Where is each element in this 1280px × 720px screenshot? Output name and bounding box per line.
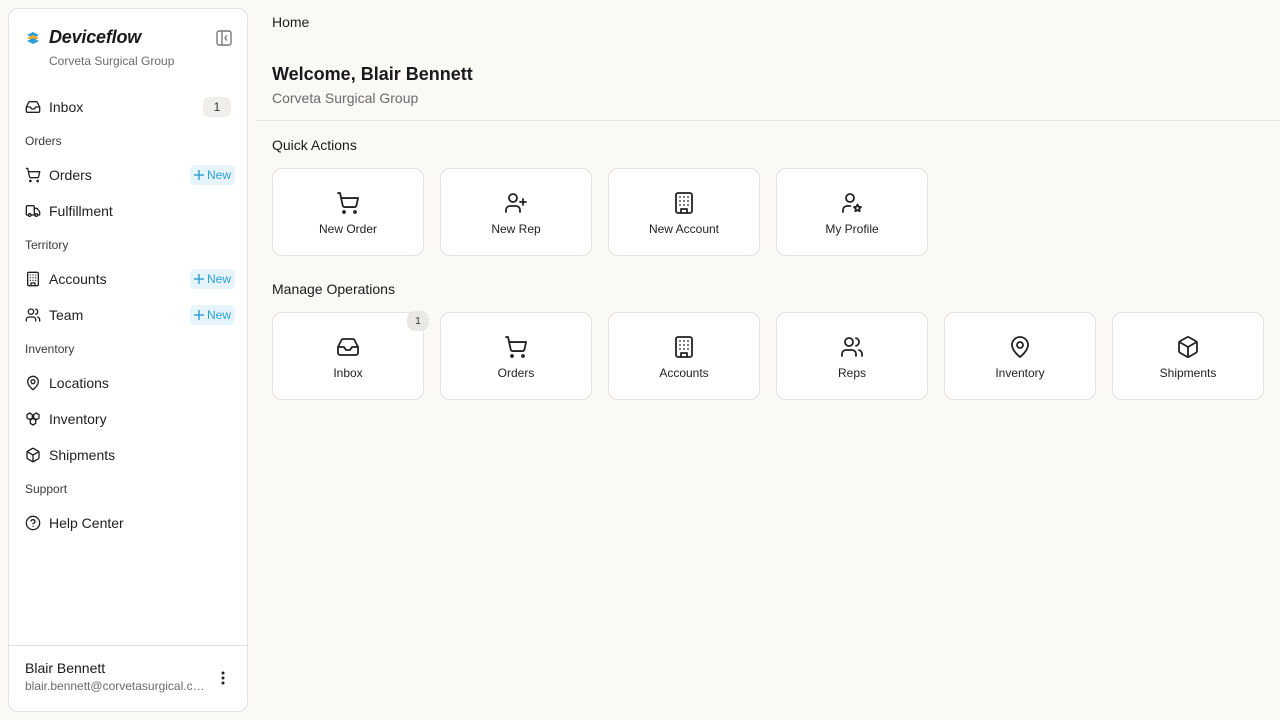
card-label: Orders (497, 365, 535, 380)
brand-org: Corveta Surgical Group (49, 54, 175, 68)
sidebar-item-label: Team (49, 307, 84, 323)
package-icon (1176, 335, 1200, 359)
inbox-icon (25, 99, 41, 115)
sidebar-item-shipments[interactable]: Shipments (17, 437, 239, 473)
sidebar-item-label: Accounts (49, 271, 107, 287)
quick-action-new-account[interactable]: New Account (608, 168, 760, 256)
sidebar-item-fulfillment[interactable]: Fulfillment (17, 193, 239, 229)
quick-actions-title: Quick Actions (272, 137, 357, 153)
sidebar-item-label: Shipments (49, 447, 116, 463)
sidebar-item-inventory[interactable]: Inventory (17, 401, 239, 437)
card-label: Inventory (995, 365, 1045, 380)
users-icon (25, 307, 41, 323)
user-footer[interactable]: Blair Bennett blair.bennett@corvetasurgi… (9, 645, 247, 711)
map-pin-icon (25, 375, 41, 391)
manage-shipments-card[interactable]: Shipments (1112, 312, 1264, 400)
user-menu-button[interactable] (213, 668, 233, 688)
sidebar-nav: Inbox 1 Orders Orders New Fulfillment Te… (9, 89, 247, 541)
sidebar: Deviceflow Corveta Surgical Group Inbox … (8, 8, 248, 712)
card-label: My Profile (825, 221, 879, 236)
plus-icon (193, 274, 204, 284)
user-plus-icon (504, 191, 528, 215)
breadcrumb-home[interactable]: Home (272, 14, 309, 30)
new-team-member-button[interactable]: New (189, 305, 235, 325)
inbox-count-badge: 1 (407, 311, 429, 331)
cart-icon (504, 335, 528, 359)
manage-operations-row: 1 Inbox Orders Accounts Reps Inventory S… (272, 311, 1264, 400)
new-label: New (206, 168, 231, 182)
boxes-icon (25, 411, 41, 427)
sidebar-collapse-icon (216, 30, 232, 46)
main-content: Home Welcome, Blair Bennett Corveta Surg… (256, 0, 1280, 720)
quick-action-new-rep[interactable]: New Rep (440, 168, 592, 256)
new-account-button[interactable]: New (189, 269, 235, 289)
sidebar-item-label: Inventory (49, 411, 107, 427)
quick-actions-row: New Order New Rep New Account My Profile (272, 168, 928, 256)
sidebar-item-label: Help Center (49, 515, 124, 531)
more-vertical-icon (221, 671, 225, 685)
page-subtitle: Corveta Surgical Group (272, 90, 419, 106)
new-label: New (206, 308, 231, 322)
cart-icon (336, 191, 360, 215)
nav-section-territory: Territory (25, 238, 69, 252)
quick-action-my-profile[interactable]: My Profile (776, 168, 928, 256)
nav-section-support: Support (25, 482, 68, 496)
sidebar-item-label: Fulfillment (49, 203, 113, 219)
brand-name: Deviceflow (49, 27, 142, 47)
building-icon (25, 271, 41, 287)
sidebar-item-accounts[interactable]: Accounts New (17, 261, 239, 297)
package-icon (25, 447, 41, 463)
nav-section-orders: Orders (25, 134, 62, 148)
manage-inventory-card[interactable]: Inventory (944, 312, 1096, 400)
sidebar-item-team[interactable]: Team New (17, 297, 239, 333)
plus-icon (193, 310, 204, 320)
sidebar-item-label: Orders (49, 167, 92, 183)
new-label: New (206, 272, 231, 286)
card-label: Accounts (659, 365, 709, 380)
sidebar-item-orders[interactable]: Orders New (17, 157, 239, 193)
sidebar-item-label: Inbox (49, 99, 84, 115)
map-pin-icon (1008, 335, 1032, 359)
card-label: Shipments (1159, 365, 1217, 380)
card-label: New Rep (491, 221, 541, 236)
collapse-sidebar-button[interactable] (215, 29, 233, 47)
manage-operations-title: Manage Operations (272, 281, 395, 297)
card-label: New Order (318, 221, 377, 236)
building-icon (672, 335, 696, 359)
cart-icon (25, 167, 41, 183)
new-order-button[interactable]: New (189, 165, 235, 185)
manage-accounts-card[interactable]: Accounts (608, 312, 760, 400)
page-title: Welcome, Blair Bennett (272, 64, 473, 84)
user-email: blair.bennett@corvetasurgical.com (25, 679, 209, 693)
manage-orders-card[interactable]: Orders (440, 312, 592, 400)
truck-icon (25, 203, 41, 219)
sidebar-item-locations[interactable]: Locations (17, 365, 239, 401)
manage-reps-card[interactable]: Reps (776, 312, 928, 400)
user-name: Blair Bennett (25, 660, 106, 676)
manage-inbox-card[interactable]: 1 Inbox (272, 311, 429, 400)
nav-section-inventory: Inventory (25, 342, 75, 356)
help-circle-icon (25, 515, 41, 531)
inbox-count-badge: 1 (203, 97, 231, 117)
brand-header: Deviceflow Corveta Surgical Group (9, 9, 247, 89)
sidebar-item-label: Locations (49, 375, 109, 391)
deviceflow-logo-icon (25, 30, 41, 46)
quick-action-new-order[interactable]: New Order (272, 168, 424, 256)
sidebar-item-help-center[interactable]: Help Center (17, 505, 239, 541)
card-label: New Account (648, 221, 720, 236)
users-icon (840, 335, 864, 359)
card-label: Reps (837, 365, 866, 380)
card-label: Inbox (333, 365, 363, 380)
plus-icon (193, 170, 204, 180)
inbox-icon (336, 335, 360, 359)
header-divider (256, 120, 1280, 121)
user-star-icon (840, 191, 864, 215)
sidebar-item-inbox[interactable]: Inbox 1 (17, 89, 239, 125)
building-icon (672, 191, 696, 215)
welcome-header: Welcome, Blair Bennett Corveta Surgical … (272, 64, 473, 106)
